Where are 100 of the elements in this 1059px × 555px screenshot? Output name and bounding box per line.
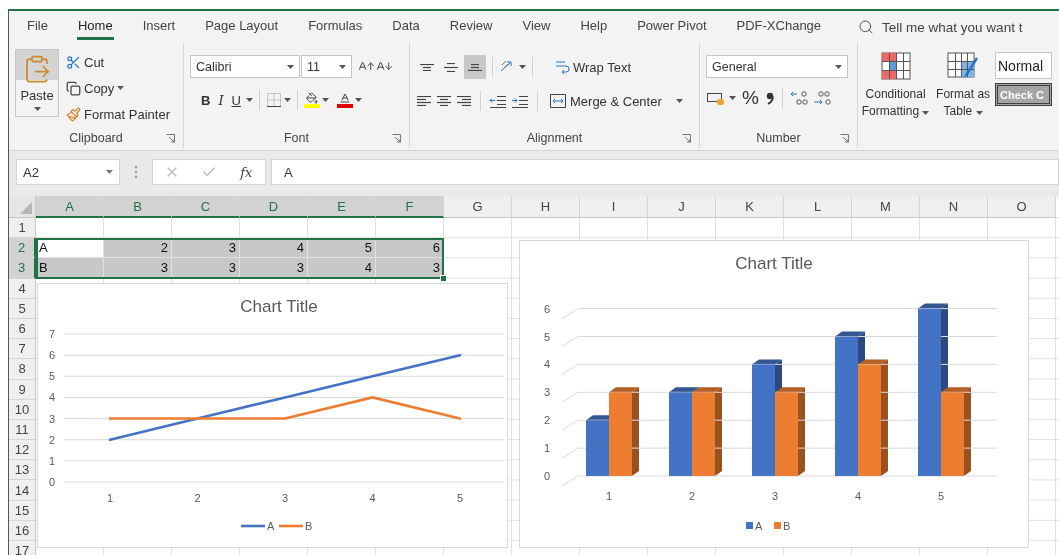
align-right-icon[interactable] <box>457 96 471 106</box>
cut-button[interactable]: Cut <box>63 50 173 74</box>
conditional-formatting-button[interactable]: Conditional Formatting <box>860 46 932 148</box>
column-header[interactable]: F <box>376 196 444 218</box>
format-painter-button[interactable]: Format Painter <box>63 102 173 126</box>
ribbon-tab[interactable]: Page Layout <box>190 11 294 43</box>
align-center-icon[interactable] <box>437 96 451 106</box>
fill-handle[interactable] <box>440 274 447 282</box>
name-box[interactable]: A2 <box>16 159 120 185</box>
column-header[interactable]: B <box>104 196 172 218</box>
column-header[interactable]: K <box>716 196 784 218</box>
row-header[interactable]: 15 <box>9 500 36 521</box>
row-header[interactable]: 11 <box>9 419 36 441</box>
column-header[interactable]: N <box>920 196 988 218</box>
increase-indent-icon[interactable] <box>511 93 529 109</box>
comma-style-icon[interactable] <box>764 90 775 106</box>
dialog-launcher-icon[interactable] <box>840 133 849 143</box>
cell-style-swatch[interactable]: Normal <box>995 52 1052 79</box>
row-header[interactable]: 16 <box>9 520 36 541</box>
font-color-icon[interactable] <box>336 92 353 108</box>
spreadsheet-cell[interactable]: 5 <box>308 238 376 259</box>
increase-decimal-icon[interactable] <box>789 90 810 106</box>
fill-color-icon[interactable] <box>303 92 320 108</box>
axis-tick-label: 6 <box>48 349 56 362</box>
row-header[interactable]: 13 <box>9 460 36 481</box>
ribbon-tab[interactable]: Help <box>565 11 623 43</box>
ribbon-tab[interactable]: View <box>507 11 566 43</box>
ribbon-tab[interactable]: Power Pivot <box>622 11 722 43</box>
ribbon-tab[interactable]: Data <box>377 11 435 43</box>
axis-tick-label: 7 <box>48 328 56 340</box>
column-header[interactable]: M <box>852 196 920 218</box>
spreadsheet-cell[interactable]: 2 <box>104 238 172 259</box>
decrease-indent-icon[interactable] <box>489 93 507 109</box>
dialog-launcher-icon[interactable] <box>682 133 691 143</box>
column-header[interactable]: L <box>784 196 852 218</box>
row-header[interactable]: 5 <box>9 298 36 319</box>
spreadsheet-cell[interactable]: 3 <box>376 258 444 279</box>
dialog-launcher-icon[interactable] <box>166 133 175 143</box>
ribbon-tab[interactable]: PDF-XChange <box>721 11 837 43</box>
ribbon-tab[interactable]: File <box>12 11 63 43</box>
insert-function-button[interactable]: fx <box>238 164 255 180</box>
spreadsheet-cell[interactable]: 3 <box>172 258 240 279</box>
decrease-decimal-icon[interactable] <box>812 90 833 106</box>
column-header[interactable]: A <box>36 196 104 218</box>
row-header[interactable]: 14 <box>9 480 36 501</box>
row-header[interactable]: 9 <box>9 379 36 400</box>
dialog-launcher-icon[interactable] <box>392 133 401 143</box>
underline-button[interactable]: U <box>228 88 244 112</box>
row-header[interactable]: 1 <box>9 218 36 239</box>
column-header[interactable]: O <box>988 196 1056 218</box>
row-header[interactable]: 6 <box>9 318 36 340</box>
ribbon-tab[interactable]: Insert <box>127 11 191 43</box>
axis-tick-label: 3 <box>281 492 289 504</box>
row-header[interactable]: 17 <box>9 541 36 555</box>
column-header[interactable]: I <box>580 196 648 218</box>
ribbon-tab[interactable]: Home <box>62 11 128 43</box>
spreadsheet-cell[interactable]: 3 <box>172 238 240 259</box>
bold-button[interactable]: B <box>198 88 214 112</box>
paintbrush-icon <box>66 106 81 122</box>
percent-button[interactable]: % <box>739 86 762 110</box>
number-format-field[interactable]: General <box>706 55 848 78</box>
accounting-format-icon[interactable] <box>706 90 726 106</box>
row-header[interactable]: 12 <box>9 440 36 461</box>
copy-button[interactable]: Copy <box>63 76 173 100</box>
merge-center-button[interactable]: Merge & Center <box>546 89 686 113</box>
format-as-table-button[interactable]: Format as Table <box>935 46 991 148</box>
formula-field[interactable]: A <box>271 159 1059 185</box>
row-header[interactable]: 2 <box>9 238 36 259</box>
paste-button[interactable]: Paste <box>15 49 59 117</box>
axis-tick-label: 1 <box>605 490 613 502</box>
column-header[interactable]: D <box>240 196 308 218</box>
ribbon-tab[interactable]: Review <box>434 11 508 43</box>
align-left-icon[interactable] <box>417 96 431 106</box>
font-size-field[interactable]: 11 <box>301 55 352 78</box>
row-header[interactable]: 7 <box>9 339 36 360</box>
borders-icon[interactable] <box>265 92 282 108</box>
column-header[interactable]: H <box>512 196 580 218</box>
column-header[interactable]: C <box>172 196 240 218</box>
spreadsheet-cell[interactable]: 4 <box>240 238 308 259</box>
more-icon <box>134 165 138 179</box>
row-header[interactable]: 8 <box>9 359 36 380</box>
spreadsheet-cell[interactable]: 3 <box>104 258 172 279</box>
spreadsheet-cell[interactable]: 4 <box>308 258 376 279</box>
table-highlight-icon <box>880 52 911 80</box>
ribbon-tab[interactable]: Formulas <box>293 11 378 43</box>
axis-tick-label: 2 <box>543 414 551 427</box>
column-header[interactable]: E <box>308 196 376 218</box>
font-name-field[interactable]: Calibri <box>190 55 300 78</box>
wrap-text-button[interactable]: Wrap Text <box>551 55 635 79</box>
column-header[interactable]: G <box>444 196 512 218</box>
row-header[interactable]: 4 <box>9 278 36 299</box>
spreadsheet-cell[interactable]: 3 <box>240 258 308 279</box>
column-header[interactable]: J <box>648 196 716 218</box>
vertical-align-button[interactable] <box>464 55 486 79</box>
row-header[interactable]: 3 <box>9 258 36 279</box>
spreadsheet-cell[interactable]: B <box>36 258 104 279</box>
tell-me-search[interactable]: Tell me what you want t <box>858 19 1023 35</box>
italic-button[interactable]: I <box>215 88 227 112</box>
row-header[interactable]: 10 <box>9 399 36 420</box>
caret-icon <box>321 98 329 102</box>
